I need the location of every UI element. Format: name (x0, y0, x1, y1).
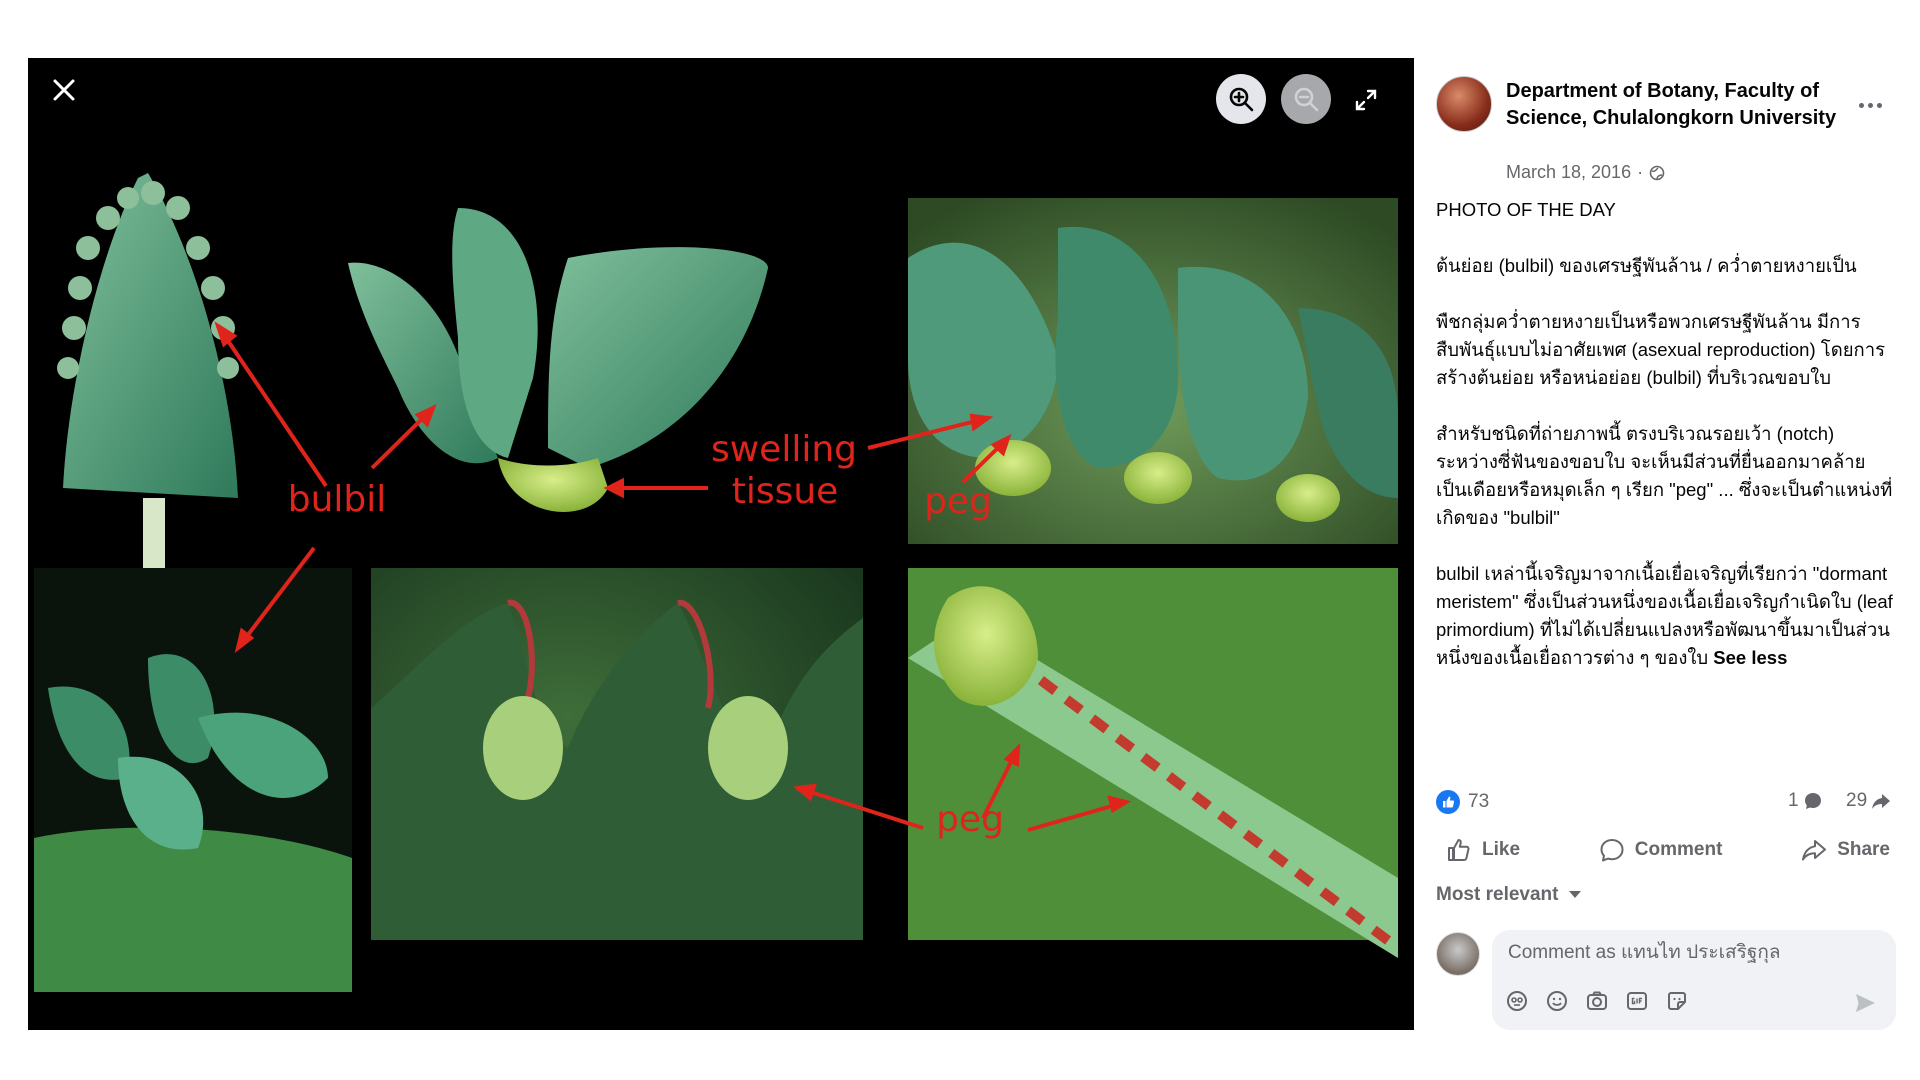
share-button[interactable]: Share (1791, 833, 1900, 867)
label-tissue: tissue (731, 471, 839, 512)
comment-sort-dropdown[interactable]: Most relevant (1436, 884, 1582, 906)
thumbs-up-icon (1448, 839, 1470, 861)
like-label: Like (1482, 839, 1521, 860)
post-body: PHOTO OF THE DAY ต้นย่อย (bulbil) ของเศร… (1436, 196, 1896, 700)
share-label: Share (1837, 839, 1890, 860)
comment-count[interactable]: 1 (1788, 790, 1823, 812)
avatar-sticker-icon (1507, 991, 1527, 1011)
comment-icon (1600, 839, 1624, 862)
label-peg-bottom: peg (936, 799, 1004, 840)
camera-icon (1587, 991, 1607, 1010)
like-count[interactable]: 73 (1436, 790, 1489, 814)
sticker-button[interactable] (1664, 988, 1690, 1014)
post-paragraph-1: PHOTO OF THE DAY (1436, 199, 1616, 220)
comment-count-icon (1804, 793, 1821, 809)
page-name[interactable]: Department of Botany, Faculty of Science… (1506, 78, 1846, 132)
page-avatar[interactable] (1436, 76, 1492, 132)
post-paragraph-3: พืชกลุ่มคว่ำตายหงายเป็นหรือพวกเศรษฐีพันล… (1436, 311, 1886, 388)
label-swelling: swelling (710, 429, 858, 470)
emoji-button[interactable] (1544, 988, 1570, 1014)
comment-composer (1492, 930, 1896, 1030)
sticker-icon (1668, 992, 1686, 1010)
emoji-icon (1547, 991, 1567, 1011)
camera-button[interactable] (1584, 988, 1610, 1014)
photo-viewer: bulbil swelling tissue peg peg (28, 58, 1414, 1030)
like-reaction-icon (1436, 790, 1460, 814)
zoom-out-button[interactable] (1281, 74, 1331, 124)
meta-separator: · (1637, 162, 1644, 182)
close-icon (53, 79, 75, 101)
panel-leaf-with-bulbils (57, 173, 239, 568)
globe-icon (1649, 165, 1665, 180)
share-count[interactable]: 29 (1846, 790, 1891, 812)
post-paragraph-5-text: bulbil เหล่านี้เจริญมาจากเนื้อเยื่อเจริญ… (1436, 563, 1893, 668)
comment-button[interactable]: Comment (1589, 833, 1733, 867)
more-options-button[interactable] (1850, 90, 1890, 120)
fullscreen-button[interactable] (1348, 82, 1384, 118)
zoom-in-button[interactable] (1216, 74, 1266, 124)
close-button[interactable] (44, 70, 84, 110)
see-less-link[interactable]: See less (1713, 647, 1787, 668)
like-button[interactable]: Like (1436, 833, 1530, 867)
like-count-value: 73 (1468, 791, 1490, 812)
composer-tools (1504, 988, 1690, 1014)
current-user-avatar[interactable] (1436, 932, 1480, 976)
post-paragraph-2: ต้นย่อย (bulbil) ของเศรษฐีพันล้าน / คว่ำ… (1436, 255, 1857, 276)
send-comment-button[interactable] (1850, 988, 1880, 1018)
post-sidebar: Department of Botany, Faculty of Science… (1414, 58, 1920, 1030)
reaction-summary: 73 1 29 (1436, 790, 1900, 820)
label-bulbil: bulbil (287, 479, 387, 520)
zoom-out-icon (1294, 87, 1319, 112)
comment-count-value: 1 (1788, 790, 1799, 811)
post-paragraph-5: bulbil เหล่านี้เจริญมาจากเนื้อเยื่อเจริญ… (1436, 560, 1896, 672)
share-count-value: 29 (1846, 790, 1868, 811)
caret-down-icon (1569, 891, 1582, 898)
label-peg-top: peg (924, 481, 992, 522)
post-meta: March 18, 2016 · (1506, 162, 1665, 183)
gif-icon (1627, 992, 1647, 1010)
post-actions: Like Comment Share (1436, 830, 1900, 870)
avatar-sticker-button[interactable] (1504, 988, 1530, 1014)
share-count-icon (1872, 794, 1891, 809)
post-date[interactable]: March 18, 2016 (1506, 162, 1631, 183)
comment-sort-label: Most relevant (1436, 884, 1559, 905)
comment-label: Comment (1634, 839, 1723, 860)
share-icon (1802, 840, 1827, 861)
comment-input[interactable] (1508, 938, 1868, 968)
more-icon (1858, 102, 1882, 108)
botany-photo-collage (34, 173, 1401, 992)
zoom-in-icon (1229, 87, 1254, 112)
fullscreen-icon (1355, 89, 1377, 111)
post-paragraph-4: สำหรับชนิดที่ถ่ายภาพนี้ ตรงบริเวณรอยเว้า… (1436, 423, 1893, 528)
gif-button[interactable] (1624, 988, 1650, 1014)
send-icon (1856, 994, 1875, 1012)
